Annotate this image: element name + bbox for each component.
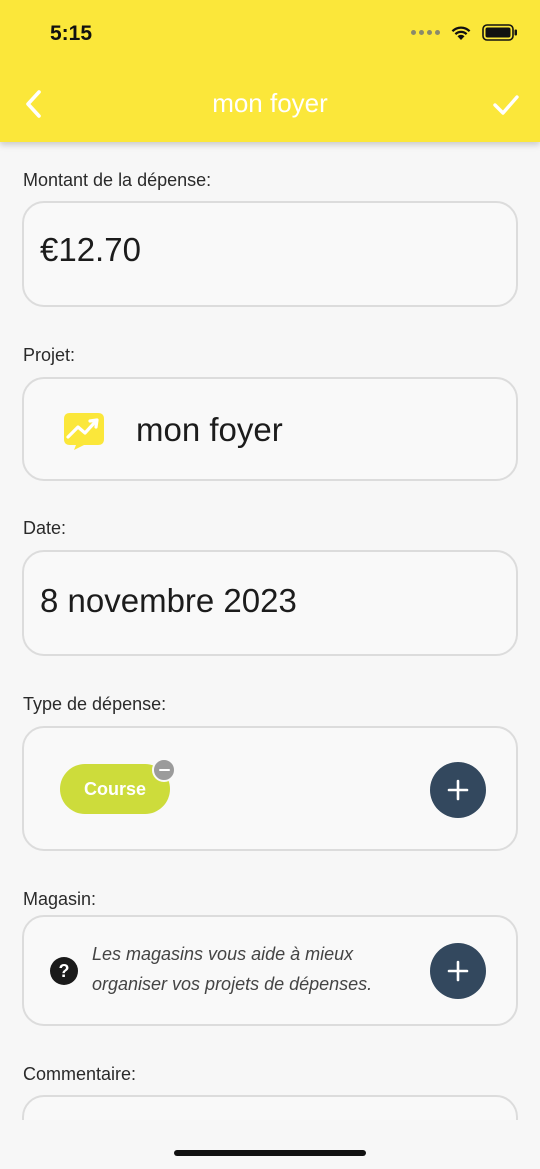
trend-chart-icon	[64, 413, 104, 450]
plus-icon	[447, 960, 469, 982]
bottom-area	[0, 1120, 540, 1169]
add-expense-type-button[interactable]	[430, 762, 486, 818]
checkmark-icon	[493, 95, 519, 115]
app-header: 5:15 mon foyer	[0, 0, 540, 142]
cellular-signal-icon	[411, 30, 440, 35]
confirm-button[interactable]	[490, 88, 522, 122]
add-store-button[interactable]	[430, 943, 486, 999]
minus-icon	[158, 768, 170, 772]
battery-icon	[482, 24, 517, 41]
amount-value: €12.70	[40, 231, 141, 268]
date-field[interactable]: 8 novembre 2023	[22, 550, 518, 656]
store-field: ? Les magasins vous aide à mieux organis…	[22, 915, 518, 1026]
expense-type-field: Course	[22, 726, 518, 851]
page-title: mon foyer	[212, 88, 328, 118]
plus-icon	[447, 779, 469, 801]
amount-field[interactable]: €12.70	[22, 201, 518, 307]
project-name: mon foyer	[136, 411, 283, 448]
project-label: Projet:	[23, 345, 76, 365]
status-time: 5:15	[50, 22, 93, 45]
project-field[interactable]: mon foyer	[22, 377, 518, 481]
store-help-text: Les magasins vous aide à mieux organiser…	[92, 944, 373, 994]
home-indicator	[174, 1150, 366, 1156]
question-icon: ?	[50, 957, 78, 985]
expense-type-label: Type de dépense:	[23, 694, 167, 714]
wifi-icon	[451, 26, 471, 40]
date-label: Date:	[23, 518, 67, 538]
remove-tag-button[interactable]	[152, 758, 176, 782]
amount-label: Montant de la dépense:	[23, 170, 212, 190]
store-label: Magasin:	[23, 889, 97, 909]
comment-label: Commentaire:	[23, 1064, 137, 1084]
status-icons	[411, 24, 518, 41]
date-value: 8 novembre 2023	[40, 582, 297, 619]
